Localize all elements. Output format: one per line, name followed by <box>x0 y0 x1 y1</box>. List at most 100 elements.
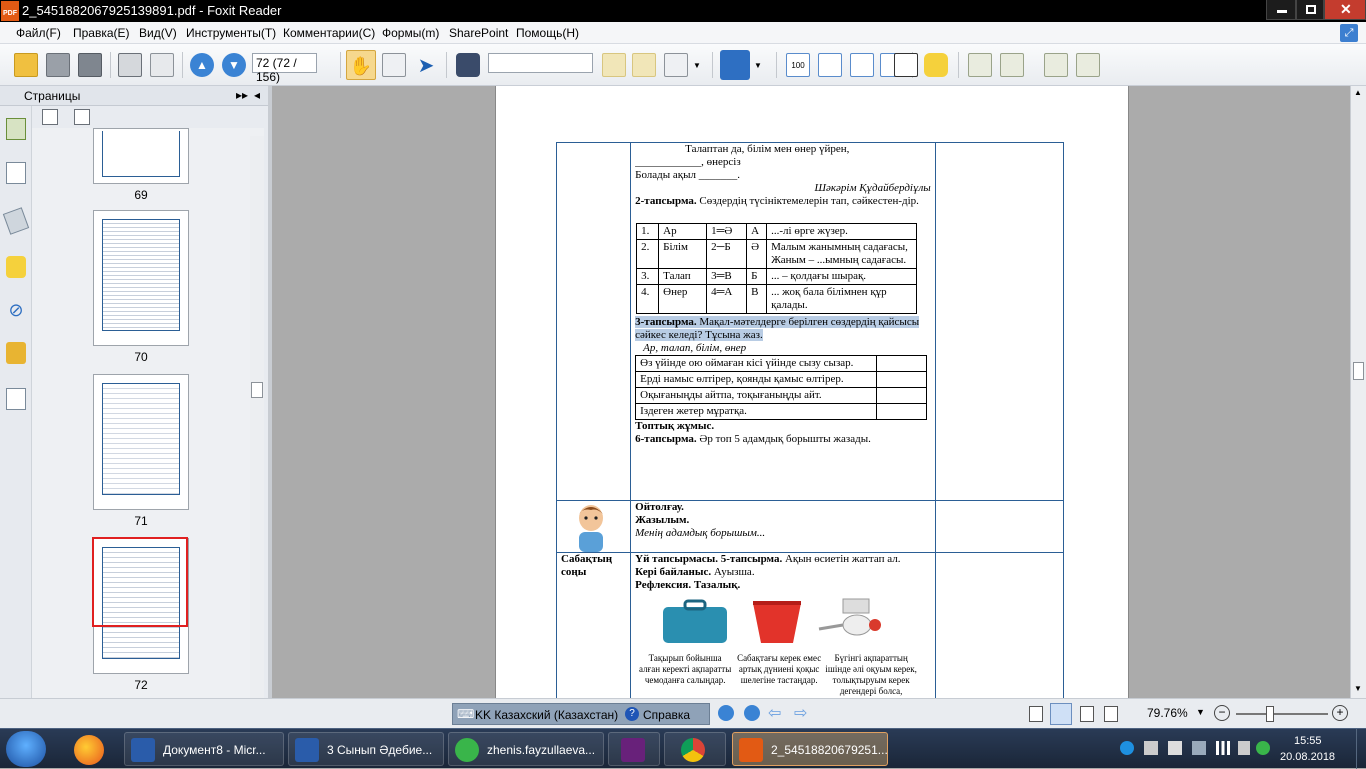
menu-help[interactable]: Помощь(H) <box>516 26 579 40</box>
attachments-icon[interactable]: ⊘ <box>6 300 26 322</box>
taskbar-item-visual-studio[interactable] <box>608 732 660 766</box>
fit-page-icon[interactable] <box>818 53 842 77</box>
zoom-level[interactable]: 79.76% <box>1147 706 1188 720</box>
thumbnail-zoom-out-icon[interactable] <box>74 109 90 125</box>
single-page-view-icon[interactable] <box>1029 706 1043 722</box>
continuous-view-icon[interactable] <box>1050 703 1072 725</box>
note-icon[interactable] <box>924 53 948 77</box>
menu-tools[interactable]: Инструменты(T) <box>186 26 276 40</box>
last-page-icon[interactable] <box>744 705 760 721</box>
panel-collapse-icon[interactable]: ◂ <box>254 88 260 102</box>
continuous-facing-view-icon[interactable] <box>1104 706 1118 722</box>
thumbnail-scroll-thumb[interactable] <box>251 382 263 398</box>
rotate-icon[interactable] <box>720 50 750 80</box>
previous-page-icon[interactable]: ▲ <box>190 53 214 77</box>
page-thumbnail-70[interactable] <box>93 210 189 346</box>
restore-icon[interactable]: ⤢ <box>1340 24 1358 42</box>
rotate-dropdown-icon[interactable]: ▼ <box>754 61 762 70</box>
select-text-icon[interactable] <box>382 53 406 77</box>
menu-forms[interactable]: Формы(m) <box>382 26 439 40</box>
find-input[interactable] <box>488 53 593 73</box>
menu-edit[interactable]: Правка(E) <box>73 26 130 40</box>
hand-tool-icon[interactable]: ✋ <box>346 50 376 80</box>
next-page-icon[interactable]: ▼ <box>222 53 246 77</box>
page-number-input[interactable]: 72 (72 / 156) <box>252 53 317 84</box>
flag-tray-icon[interactable] <box>1168 741 1182 755</box>
document-scrollbar[interactable]: ▲ ▼ <box>1350 86 1366 698</box>
firefox-icon[interactable] <box>74 735 104 765</box>
back-arrow-icon[interactable]: ⇦ <box>768 703 781 723</box>
signature-icon[interactable] <box>6 388 26 410</box>
thumbnail-zoom-in-icon[interactable] <box>42 109 58 125</box>
panel-expand-icon[interactable]: ▸▸ <box>236 88 248 102</box>
first-page-icon[interactable] <box>718 705 734 721</box>
bookmarks-icon[interactable] <box>6 118 26 140</box>
find-options-dropdown-icon[interactable]: ▼ <box>693 61 701 70</box>
clock-time[interactable]: 15:55 <box>1294 735 1322 747</box>
page-thumbnail-72[interactable] <box>92 537 189 674</box>
taskbar-item-foxit-reader[interactable]: 2_54518820679251... <box>732 732 888 766</box>
network-tray-icon[interactable] <box>1144 741 1158 755</box>
page-thumbnail-69[interactable] <box>93 128 189 184</box>
taskbar-item-mail-agent[interactable]: zhenis.fayzullaeva... <box>448 732 604 766</box>
pdf-convert-icon[interactable] <box>1000 53 1024 77</box>
menu-comments[interactable]: Комментарии(C) <box>283 26 375 40</box>
create-pdf-icon[interactable] <box>968 53 992 77</box>
layers-icon[interactable] <box>2 207 30 235</box>
save-icon[interactable] <box>46 53 70 77</box>
pages-icon[interactable] <box>6 162 26 184</box>
poem-author: Шәкәрім Құдайбердіұлы <box>814 182 931 194</box>
volume-tray-icon[interactable] <box>1238 741 1250 755</box>
pdf-export-icon[interactable] <box>1044 53 1068 77</box>
language-bar[interactable]: ⌨ KK Казахский (Казахстан) ? Справка <box>452 703 710 725</box>
thumbnail-viewport-frame[interactable] <box>92 537 188 627</box>
thumbnail-scrollbar[interactable] <box>250 136 264 698</box>
maximize-button[interactable] <box>1296 0 1324 20</box>
scroll-up-arrow-icon[interactable]: ▲ <box>1354 88 1362 97</box>
mail-tray-icon[interactable] <box>1256 741 1270 755</box>
clock-date[interactable]: 20.08.2018 <box>1280 751 1335 763</box>
menu-file[interactable]: Файл(F) <box>16 26 61 40</box>
show-desktop-button[interactable] <box>1356 729 1366 769</box>
menu-view[interactable]: Вид(V) <box>139 26 177 40</box>
taskbar-item-chrome[interactable] <box>664 732 726 766</box>
find-options-icon[interactable] <box>664 53 688 77</box>
security-lock-icon[interactable] <box>6 342 26 364</box>
pdf-merge-icon[interactable] <box>1076 53 1100 77</box>
zoom-slider[interactable] <box>1236 706 1328 722</box>
zoom-slider-thumb[interactable] <box>1266 706 1274 722</box>
actual-size-icon[interactable]: 100 <box>786 53 810 77</box>
zoom-out-button[interactable]: − <box>1214 705 1230 721</box>
minimize-button[interactable] <box>1266 0 1296 20</box>
monitor-tray-icon[interactable] <box>1192 741 1206 755</box>
print-icon[interactable] <box>118 53 142 77</box>
find-next-icon[interactable] <box>632 53 656 77</box>
table-row: Ерді намыс өлтірер, қоянды қамыс өлтірер… <box>635 371 928 388</box>
open-icon[interactable] <box>14 53 38 77</box>
email-icon[interactable] <box>150 53 174 77</box>
comments-icon[interactable] <box>6 256 26 278</box>
start-button[interactable] <box>6 731 46 767</box>
save-all-icon[interactable] <box>78 53 102 77</box>
page-thumbnail-71[interactable] <box>93 374 189 510</box>
fit-width-icon[interactable] <box>850 53 874 77</box>
typewriter-icon[interactable] <box>894 53 918 77</box>
help-label[interactable]: Справка <box>643 708 690 722</box>
foxit-app-icon[interactable]: PDF <box>1 1 19 21</box>
find-icon[interactable] <box>456 53 480 77</box>
scroll-down-arrow-icon[interactable]: ▼ <box>1354 684 1362 693</box>
pointer-icon[interactable]: ➤ <box>414 53 438 77</box>
document-scroll-thumb[interactable] <box>1353 362 1364 380</box>
facing-view-icon[interactable] <box>1080 706 1094 722</box>
find-previous-icon[interactable] <box>602 53 626 77</box>
signal-tray-icon[interactable] <box>1216 741 1230 755</box>
zoom-dropdown-icon[interactable]: ▼ <box>1196 707 1205 717</box>
ie-tray-icon[interactable] <box>1120 741 1134 755</box>
close-button[interactable]: ✕ <box>1324 0 1366 20</box>
menu-sharepoint[interactable]: SharePoint <box>449 26 508 40</box>
cell-line: Малым жанымның садағасы, <box>771 241 908 253</box>
zoom-in-button[interactable]: + <box>1332 705 1348 721</box>
forward-arrow-icon[interactable]: ⇨ <box>794 703 807 723</box>
taskbar-item-word-2[interactable]: 3 Сынып Әдебие... <box>288 732 444 766</box>
taskbar-item-word-1[interactable]: Документ8 - Micr... <box>124 732 284 766</box>
